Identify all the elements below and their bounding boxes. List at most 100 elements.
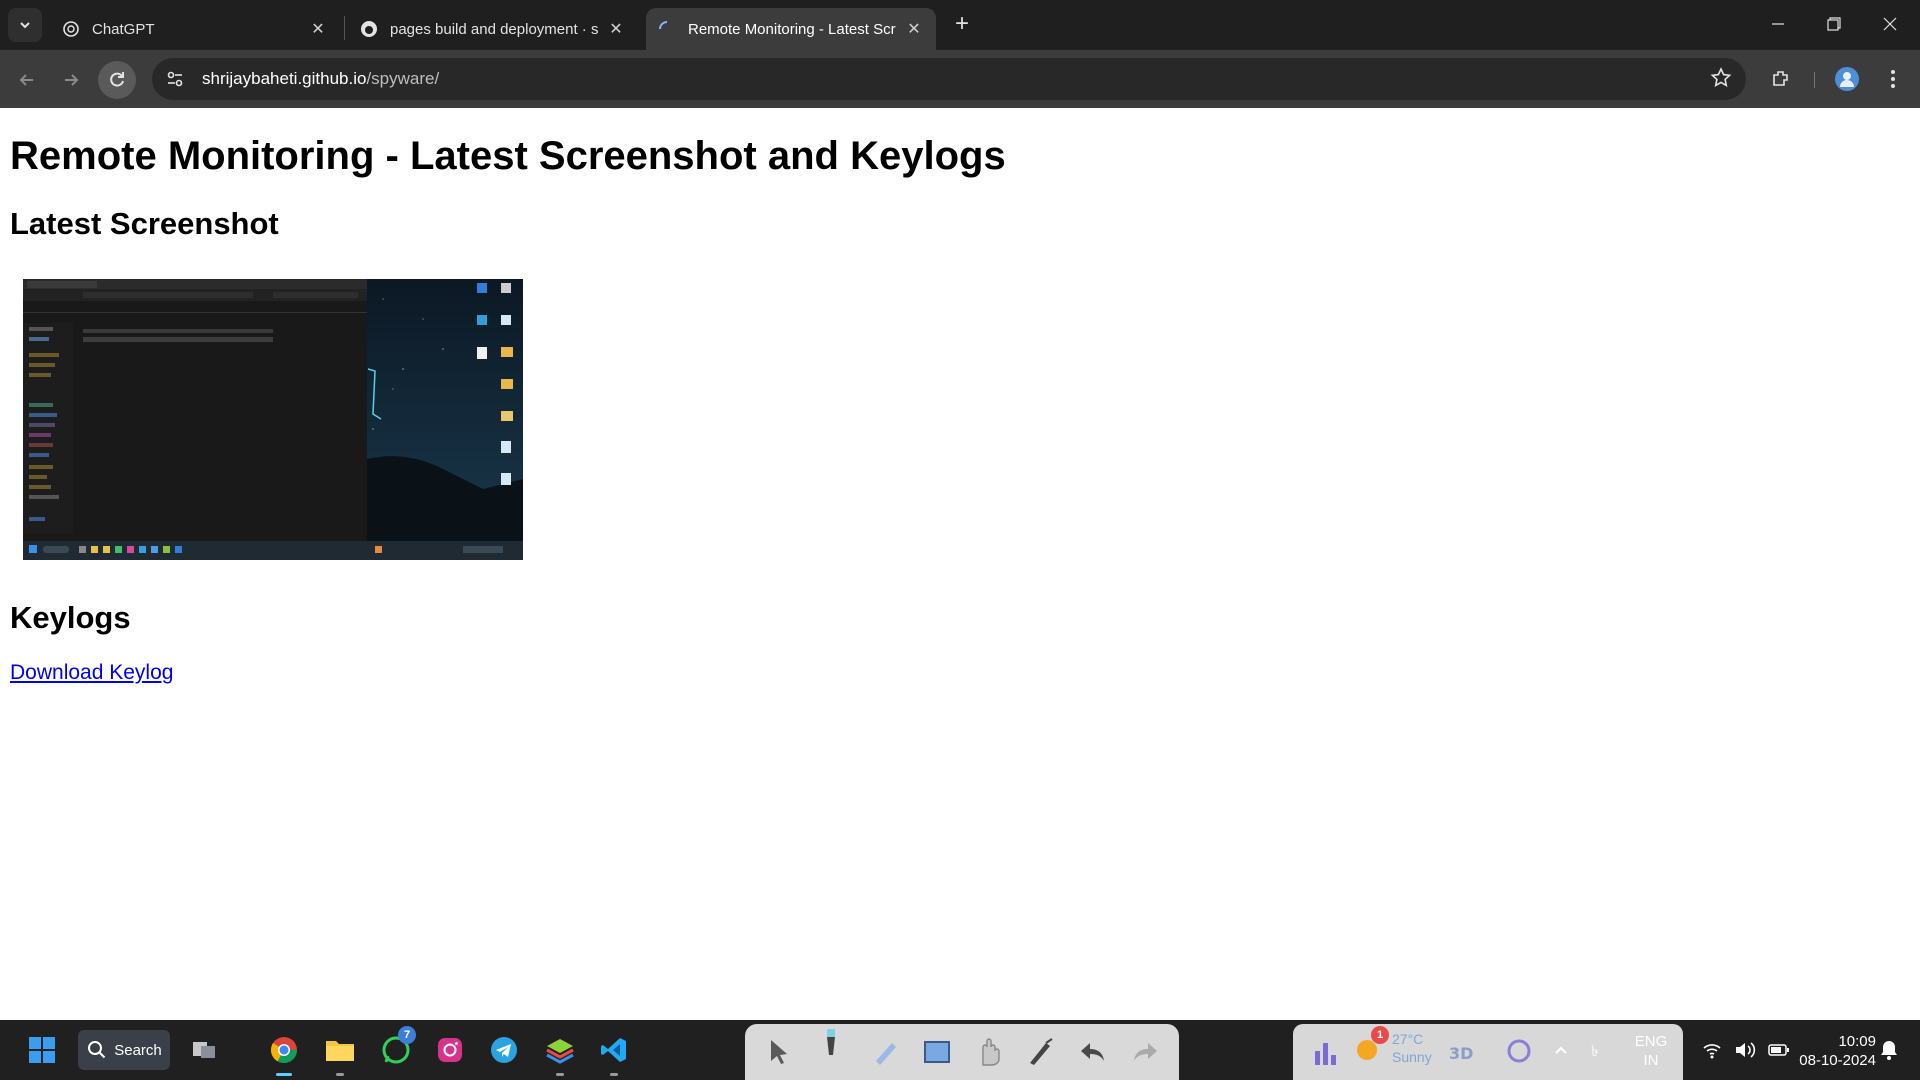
weather-widget[interactable]: 1 bbox=[1347, 1026, 1389, 1068]
weather-desc: Sunny bbox=[1392, 1049, 1432, 1065]
3d-icon: 3D bbox=[1449, 1044, 1473, 1063]
chat-widget[interactable] bbox=[1499, 1032, 1539, 1072]
redo-tool[interactable] bbox=[1125, 1032, 1165, 1072]
tray-app-icon[interactable]: ৳ bbox=[1584, 1030, 1614, 1070]
web-page: Remote Monitoring - Latest Screenshot an… bbox=[0, 108, 1920, 1020]
forward-button[interactable] bbox=[52, 61, 90, 99]
ink-toolbar bbox=[745, 1024, 1179, 1080]
bluestacks-app[interactable] bbox=[540, 1030, 580, 1076]
bell-icon bbox=[1881, 1041, 1897, 1060]
pen-tool[interactable] bbox=[811, 1024, 851, 1064]
clock-date: 08-10-2024 bbox=[1799, 1052, 1876, 1069]
tab-pages-build[interactable]: pages build and deployment · s ✕ bbox=[348, 8, 638, 50]
site-info-button[interactable] bbox=[158, 62, 192, 96]
task-view-button[interactable] bbox=[184, 1030, 224, 1070]
running-indicator bbox=[336, 1073, 344, 1076]
instagram-app[interactable] bbox=[430, 1030, 470, 1070]
undo-icon bbox=[1081, 1043, 1104, 1061]
restore-button[interactable] bbox=[1806, 0, 1862, 48]
show-hidden-icons[interactable] bbox=[1546, 1030, 1576, 1070]
laser-tool[interactable] bbox=[1021, 1032, 1061, 1072]
svg-text:3D: 3D bbox=[1449, 1044, 1473, 1063]
address-bar[interactable]: shrijaybaheti.github.io/spyware/ bbox=[152, 58, 1746, 100]
download-keylog-link[interactable]: Download Keylog bbox=[10, 661, 173, 685]
running-indicator bbox=[610, 1073, 618, 1076]
close-window-button[interactable] bbox=[1862, 0, 1918, 48]
url-host: shrijaybaheti.github.io bbox=[202, 69, 367, 88]
url-path: /spyware/ bbox=[366, 69, 440, 88]
taskbar-search[interactable]: Search bbox=[78, 1030, 170, 1070]
toolbar-divider bbox=[1814, 72, 1815, 88]
tab-strip: ChatGPT ✕ pages build and deployment · s… bbox=[0, 0, 1920, 50]
chevron-down-icon bbox=[20, 22, 30, 29]
close-tab-icon[interactable]: ✕ bbox=[308, 19, 328, 39]
browser-toolbar: shrijaybaheti.github.io/spyware/ bbox=[0, 50, 1920, 108]
tab-remote-monitoring[interactable]: Remote Monitoring - Latest Scr ✕ bbox=[646, 8, 936, 50]
weather-temp: 27°C bbox=[1392, 1031, 1424, 1047]
keylogs-heading: Keylogs bbox=[10, 600, 131, 635]
windows-logo-icon bbox=[29, 1037, 55, 1063]
telegram-app[interactable] bbox=[484, 1030, 524, 1070]
restore-icon bbox=[1827, 17, 1841, 31]
reload-icon bbox=[110, 72, 124, 87]
tab-title: pages build and deployment · s bbox=[390, 20, 599, 38]
start-button[interactable] bbox=[22, 1030, 62, 1070]
chrome-app[interactable] bbox=[264, 1030, 304, 1076]
windows-taskbar: Search 7 1 3D 27°C Sunny ৳ ENG IN 10:09 … bbox=[0, 1020, 1920, 1080]
svg-text:৳: ৳ bbox=[1591, 1042, 1598, 1060]
search-label: Search bbox=[114, 1041, 162, 1059]
tab-chatgpt[interactable]: ChatGPT ✕ bbox=[50, 8, 340, 50]
bookmark-star-icon[interactable] bbox=[1710, 67, 1732, 94]
close-tab-icon[interactable]: ✕ bbox=[606, 19, 626, 39]
wifi-icon bbox=[1703, 1044, 1721, 1059]
close-tab-icon[interactable]: ✕ bbox=[904, 19, 924, 39]
chart-widget[interactable] bbox=[1307, 1032, 1347, 1072]
active-indicator bbox=[276, 1073, 292, 1076]
cursor-tool[interactable] bbox=[759, 1032, 799, 1072]
telegram-icon bbox=[491, 1037, 517, 1063]
clock[interactable]: 10:09 08-10-2024 bbox=[1780, 1032, 1876, 1070]
shape-tool[interactable] bbox=[917, 1032, 957, 1072]
volume-icon bbox=[1736, 1042, 1756, 1058]
lang-line1: ENG bbox=[1634, 1033, 1668, 1050]
bluestacks-icon bbox=[546, 1039, 574, 1064]
language-indicator[interactable]: ENG IN bbox=[1630, 1032, 1672, 1070]
close-icon bbox=[1883, 17, 1897, 31]
lang-line2: IN bbox=[1643, 1052, 1659, 1069]
vscode-app[interactable] bbox=[594, 1030, 634, 1076]
weather-badge: 1 bbox=[1371, 1026, 1389, 1044]
vscode-icon bbox=[601, 1038, 626, 1062]
screenshot-heading: Latest Screenshot bbox=[10, 206, 279, 241]
folder-icon bbox=[326, 1041, 354, 1061]
instagram-icon bbox=[438, 1038, 462, 1062]
running-indicator bbox=[556, 1073, 564, 1076]
clock-time: 10:09 bbox=[1838, 1033, 1876, 1050]
tab-search-button[interactable] bbox=[8, 8, 42, 42]
3d-widget[interactable]: 3D bbox=[1443, 1032, 1483, 1072]
whatsapp-app[interactable]: 7 bbox=[376, 1026, 416, 1070]
chrome-icon bbox=[270, 1037, 298, 1064]
rectangle-icon bbox=[924, 1041, 950, 1063]
minimize-icon bbox=[1772, 23, 1784, 25]
whatsapp-badge: 7 bbox=[398, 1026, 416, 1044]
extensions-icon[interactable] bbox=[1766, 64, 1796, 94]
tab-separator bbox=[344, 16, 345, 40]
menu-dots-icon[interactable] bbox=[1878, 64, 1908, 94]
weather-text: 27°C Sunny bbox=[1392, 1030, 1432, 1066]
url-text: shrijaybaheti.github.io/spyware/ bbox=[202, 69, 439, 89]
hand-tool[interactable] bbox=[969, 1032, 1009, 1072]
new-tab-button[interactable]: + bbox=[948, 10, 976, 38]
minimize-button[interactable] bbox=[1750, 0, 1806, 48]
undo-tool[interactable] bbox=[1073, 1032, 1113, 1072]
reload-button[interactable] bbox=[98, 61, 136, 99]
highlighter-tool[interactable] bbox=[865, 1032, 905, 1072]
search-icon bbox=[88, 1041, 106, 1059]
tune-icon bbox=[167, 71, 183, 87]
back-button[interactable] bbox=[8, 61, 46, 99]
cursor-icon bbox=[771, 1040, 787, 1064]
hand-icon bbox=[982, 1038, 1000, 1066]
redo-icon bbox=[1134, 1043, 1157, 1061]
notification-button[interactable] bbox=[1874, 1030, 1904, 1070]
file-explorer-app[interactable] bbox=[320, 1030, 360, 1076]
profile-avatar[interactable] bbox=[1832, 64, 1862, 94]
